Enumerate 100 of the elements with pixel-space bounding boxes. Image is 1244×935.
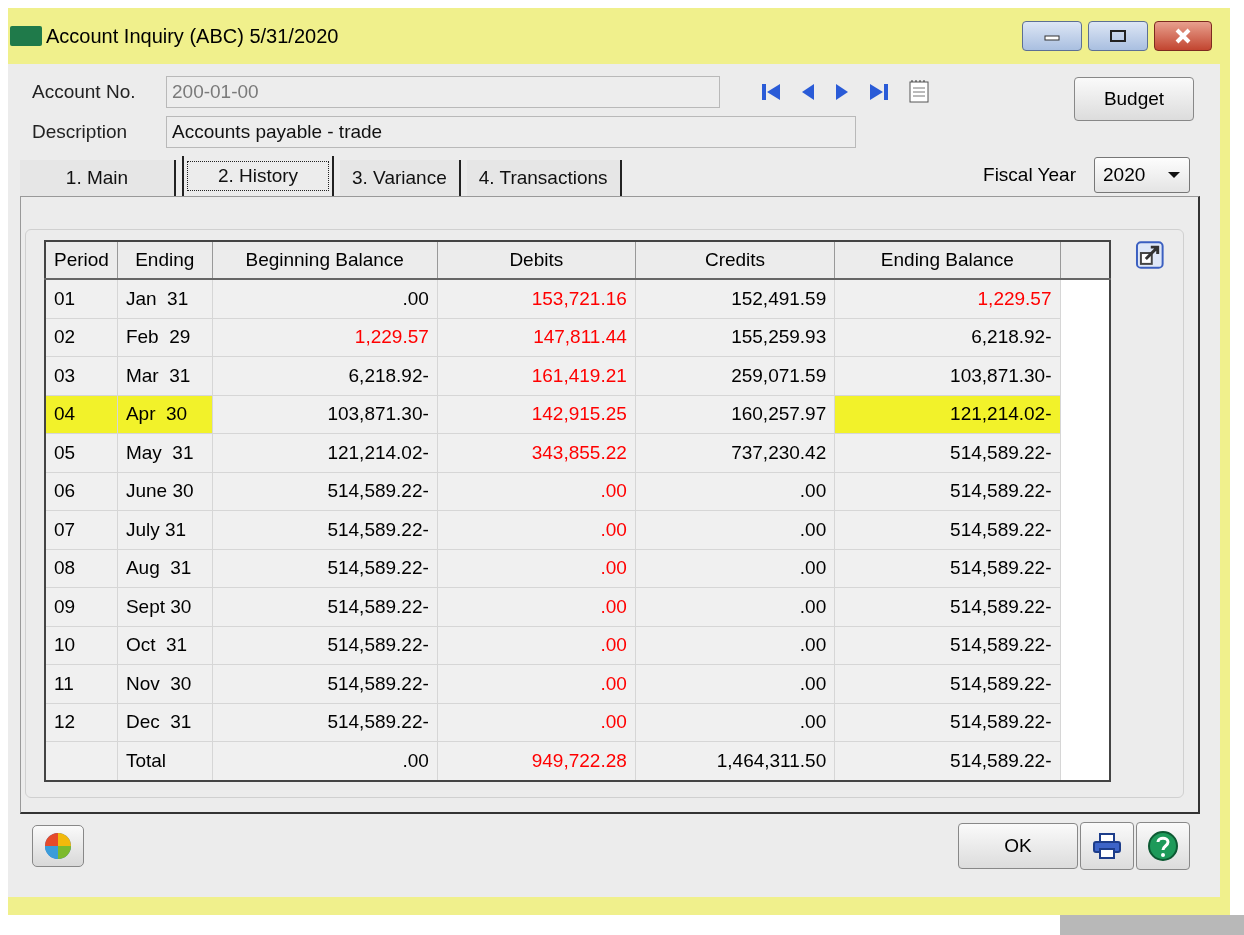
dropdown-caret-icon: [1167, 171, 1181, 179]
table-cell: 05: [45, 433, 118, 472]
table-cell: 343,855.22: [437, 433, 636, 472]
table-cell: Dec 31: [117, 703, 213, 742]
table-cell: .00: [437, 703, 636, 742]
minimize-button[interactable]: [1022, 21, 1082, 51]
table-cell: 514,589.22-: [834, 587, 1060, 626]
tab[interactable]: 3. Variance: [340, 160, 461, 196]
table-cell: 514,589.22-: [834, 664, 1060, 703]
table-cell: .00: [437, 664, 636, 703]
table-cell: Feb 29: [117, 318, 213, 357]
table-cell: .00: [635, 626, 835, 665]
column-header: Debits: [437, 241, 636, 279]
column-header: Ending: [117, 241, 213, 279]
table-cell: Total: [117, 741, 213, 781]
table-cell: 1,229.57: [834, 279, 1060, 318]
table-cell: .00: [437, 626, 636, 665]
table-cell: Mar 31: [117, 356, 213, 395]
field-label: Account No.: [31, 81, 137, 103]
table-cell: 09: [45, 587, 118, 626]
start-button[interactable]: [32, 825, 84, 867]
table-cell: Oct 31: [117, 626, 213, 665]
table-cell: .00: [437, 587, 636, 626]
help-button[interactable]: [1136, 822, 1190, 870]
print-button[interactable]: [1080, 822, 1134, 870]
fiscal-year-dropdown[interactable]: 2020: [1094, 157, 1190, 193]
table-cell: .00: [437, 472, 636, 511]
table-cell: 514,589.22-: [212, 626, 438, 665]
table-cell: 514,589.22-: [834, 549, 1060, 588]
table-cell: 514,589.22-: [834, 433, 1060, 472]
table-cell: 6,218.92-: [212, 356, 438, 395]
table-cell: 514,589.22-: [834, 626, 1060, 665]
printer-icon: [1092, 832, 1122, 860]
table-cell: .00: [635, 472, 835, 511]
close-button[interactable]: [1154, 21, 1212, 51]
table-cell: 514,589.22-: [834, 703, 1060, 742]
table-cell: .00: [635, 664, 835, 703]
windows-logo-icon: [43, 831, 73, 861]
table-cell: .00: [635, 549, 835, 588]
table-cell: 103,871.30-: [212, 395, 438, 434]
table-cell: 514,589.22-: [212, 587, 438, 626]
table-cell: 08: [45, 549, 118, 588]
table-cell: Nov 30: [117, 664, 213, 703]
table-cell: .00: [635, 587, 835, 626]
maximize-icon: [1109, 29, 1127, 43]
table-cell: .00: [437, 510, 636, 549]
budget-button[interactable]: Budget: [1074, 77, 1194, 121]
ok-button[interactable]: OK: [958, 823, 1078, 869]
table-cell: 161,419.21: [437, 356, 636, 395]
table-cell: Jan 31: [117, 279, 213, 318]
column-header: Beginning Balance: [212, 241, 438, 279]
table-cell: 10: [45, 626, 118, 665]
table-cell: 514,589.22-: [212, 472, 438, 511]
table-cell: 514,589.22-: [834, 472, 1060, 511]
expand-icon[interactable]: [1135, 240, 1165, 270]
description-field[interactable]: Accounts payable - trade: [166, 116, 856, 148]
table-cell: 155,259.93: [635, 318, 835, 357]
table-cell: May 31: [117, 433, 213, 472]
table-cell: 514,589.22-: [212, 703, 438, 742]
table-cell: 6,218.92-: [834, 318, 1060, 357]
tab[interactable]: 4. Transactions: [466, 160, 622, 196]
column-header: Period: [45, 241, 118, 279]
help-icon: [1147, 830, 1179, 862]
table-cell: Aug 31: [117, 549, 213, 588]
table-cell: 160,257.97: [635, 395, 835, 434]
tab[interactable]: 2. History: [182, 156, 334, 196]
table-cell: 02: [45, 318, 118, 357]
table-cell: .00: [212, 279, 438, 318]
table-cell: 04: [45, 395, 118, 434]
last-record-icon[interactable]: [868, 82, 890, 102]
table-cell: Sept 30: [117, 587, 213, 626]
table-cell: 514,589.22-: [212, 510, 438, 549]
previous-record-icon[interactable]: [800, 82, 816, 102]
field-label: Fiscal Year: [983, 164, 1076, 186]
maximize-button[interactable]: [1088, 21, 1148, 51]
next-record-icon[interactable]: [834, 82, 850, 102]
table-cell: 01: [45, 279, 118, 318]
close-icon: [1174, 28, 1192, 44]
table-cell: 12: [45, 703, 118, 742]
table-cell: 121,214.02-: [834, 395, 1060, 434]
table-cell: 1,464,311.50: [635, 741, 835, 781]
table-cell: 03: [45, 356, 118, 395]
table-cell: 1,229.57: [212, 318, 438, 357]
table-cell: 142,915.25: [437, 395, 636, 434]
table-cell: 121,214.02-: [212, 433, 438, 472]
table-cell: 147,811.44: [437, 318, 636, 357]
account-field[interactable]: 200-01-00: [166, 76, 720, 108]
app-logo-icon: [10, 26, 42, 46]
tab[interactable]: 1. Main: [20, 160, 176, 196]
table-cell: 949,722.28: [437, 741, 636, 781]
table-cell: .00: [635, 703, 835, 742]
table-cell: 153,721.16: [437, 279, 636, 318]
table-cell: 737,230.42: [635, 433, 835, 472]
notepad-icon[interactable]: [908, 80, 930, 104]
first-record-icon[interactable]: [760, 82, 782, 102]
table-cell: 514,589.22-: [834, 741, 1060, 781]
table-cell: 152,491.59: [635, 279, 835, 318]
table-cell: 514,589.22-: [834, 510, 1060, 549]
table-cell: July 31: [117, 510, 213, 549]
table-cell: 06: [45, 472, 118, 511]
